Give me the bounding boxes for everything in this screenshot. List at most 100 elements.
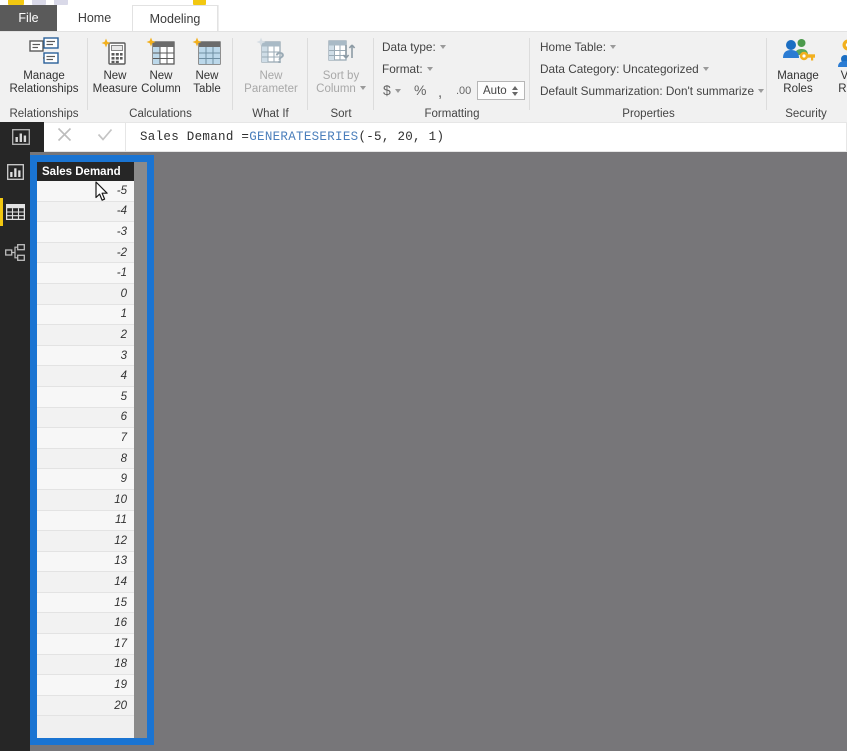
table-row[interactable]: 9: [37, 469, 134, 490]
sort-by-column-icon: [324, 36, 358, 68]
ribbon-group-label-what-if: What If: [252, 108, 289, 120]
sort-by-column-line1: Sort by: [322, 70, 360, 82]
report-bar-chart-icon: [12, 129, 30, 145]
data-table-column: Sales Demand -5 -4 -3 -2 -1 0 1 2 3 4 5 6 7 8 9 10 11 12 1…: [37, 162, 134, 738]
table-row[interactable]: 0: [37, 283, 134, 305]
table-row[interactable]: 6: [37, 407, 134, 429]
table-cell-value: 5: [120, 390, 127, 403]
table-row[interactable]: 15: [37, 592, 134, 614]
table-row[interactable]: -2: [37, 242, 134, 264]
chevron-down-icon[interactable]: [426, 67, 433, 72]
stepper-arrows-icon[interactable]: [511, 85, 518, 96]
table-row[interactable]: -4: [37, 201, 134, 223]
new-parameter-line2: Parameter: [244, 82, 298, 95]
manage-relationships-button[interactable]: Manage Relationships: [2, 36, 86, 95]
chevron-down-icon[interactable]: [758, 89, 765, 94]
home-table-dropdown[interactable]: Home Table:: [540, 40, 617, 54]
table-row[interactable]: 8: [37, 448, 134, 470]
table-row[interactable]: 13: [37, 551, 134, 573]
decimal-auto-stepper[interactable]: Auto: [477, 81, 525, 100]
ribbon-group-label-formatting: Formatting: [424, 108, 480, 120]
tab-file-label: File: [18, 11, 39, 25]
table-row[interactable]: 16: [37, 613, 134, 635]
tab-home[interactable]: Home: [57, 5, 132, 31]
table-cell-value: 3: [120, 349, 127, 362]
tab-modeling-label: Modeling: [149, 11, 201, 26]
chevron-down-icon[interactable]: [394, 88, 401, 93]
table-cell-value: -3: [116, 225, 127, 238]
table-cell-value: 4: [120, 370, 127, 383]
view-roles-line2: Roles: [838, 82, 847, 95]
table-row[interactable]: 19: [37, 675, 134, 696]
view-switcher-sidebar: [0, 152, 30, 751]
power-bi-window: File Home Modeling Manage Relationships …: [0, 0, 847, 751]
format-dropdown[interactable]: Format:: [382, 62, 433, 76]
tab-file[interactable]: File: [0, 5, 57, 31]
accept-check-icon[interactable]: [97, 127, 113, 147]
table-row[interactable]: 5: [37, 386, 134, 408]
new-measure-button[interactable]: New Measure: [92, 36, 138, 95]
table-row[interactable]: 12: [37, 531, 134, 552]
table-row[interactable]: 4: [37, 366, 134, 387]
data-type-dropdown[interactable]: Data type:: [382, 40, 446, 54]
manage-roles-line2: Roles: [783, 82, 813, 95]
percent-format-button[interactable]: %: [414, 82, 426, 98]
tab-home-label: Home: [77, 11, 112, 25]
tab-overflow-area: [218, 5, 290, 31]
column-header-sales-demand[interactable]: Sales Demand: [37, 162, 134, 181]
table-row[interactable]: 18: [37, 654, 134, 676]
thousands-separator-button[interactable]: ,: [438, 84, 442, 101]
ribbon-group-label-properties: Properties: [622, 108, 675, 120]
sort-by-column-button[interactable]: Sort by Column: [310, 36, 372, 95]
tab-modeling[interactable]: Modeling: [132, 5, 218, 31]
nav-model-view[interactable]: [0, 232, 30, 272]
table-row[interactable]: 10: [37, 489, 134, 511]
model-relationships-icon: [5, 243, 25, 261]
new-column-line2: Column: [141, 82, 181, 95]
ribbon-group-formatting: Data type: Format: $ % , .00 Auto Format…: [374, 32, 530, 123]
formula-function-name: GENERATESERIES: [249, 130, 359, 144]
table-row[interactable]: 11: [37, 510, 134, 532]
table-row[interactable]: 17: [37, 634, 134, 655]
table-row[interactable]: -1: [37, 263, 134, 284]
table-row[interactable]: -3: [37, 222, 134, 243]
new-table-button[interactable]: New Table: [184, 36, 230, 95]
new-table-line1: New: [195, 70, 219, 82]
nav-data-view[interactable]: [0, 192, 30, 232]
ribbon-group-label-sort: Sort: [330, 108, 352, 120]
chevron-down-icon[interactable]: [439, 45, 446, 50]
currency-format-button[interactable]: $: [383, 82, 401, 98]
table-cell-value: -2: [116, 246, 127, 259]
data-category-dropdown[interactable]: Data Category: Uncategorized: [540, 62, 709, 76]
manage-roles-button[interactable]: Manage Roles: [769, 36, 827, 95]
new-table-line2: Table: [193, 82, 221, 95]
chevron-down-icon[interactable]: [359, 85, 366, 90]
table-row[interactable]: 1: [37, 304, 134, 326]
vertical-scrollbar[interactable]: [134, 162, 147, 738]
nav-report-view[interactable]: [0, 152, 30, 192]
chevron-down-icon[interactable]: [702, 67, 709, 72]
table-row[interactable]: 7: [37, 428, 134, 449]
chevron-down-icon[interactable]: [610, 45, 617, 50]
table-cell-value: 2: [120, 328, 127, 341]
ribbon-tab-bar: File Home Modeling: [0, 5, 847, 31]
formula-prefix: Sales Demand =: [140, 130, 250, 144]
view-roles-button[interactable]: ViewRoles: [827, 36, 847, 95]
cancel-x-icon[interactable]: [57, 127, 72, 147]
sort-by-column-line2: Column: [316, 82, 356, 95]
new-column-button[interactable]: New Column: [138, 36, 184, 95]
table-row[interactable]: -5: [37, 181, 134, 202]
table-row[interactable]: 14: [37, 572, 134, 593]
table-cell-value: 12: [114, 534, 127, 547]
column-header-label: Sales Demand: [42, 165, 121, 178]
table-row[interactable]: 20: [37, 695, 134, 717]
view-roles-line1: View: [840, 70, 847, 82]
new-parameter-button[interactable]: ? New Parameter: [236, 36, 306, 95]
default-summarization-dropdown[interactable]: Default Summarization: Don't summarize: [540, 84, 765, 98]
table-cell-value: 10: [114, 493, 127, 506]
dax-formula-input[interactable]: Sales Demand = GENERATESERIES (-5, 20, 1): [126, 122, 847, 152]
table-row[interactable]: 2: [37, 325, 134, 346]
table-row[interactable]: 3: [37, 345, 134, 367]
decimal-places-button[interactable]: .00: [456, 85, 471, 97]
new-table-icon: [190, 36, 224, 68]
